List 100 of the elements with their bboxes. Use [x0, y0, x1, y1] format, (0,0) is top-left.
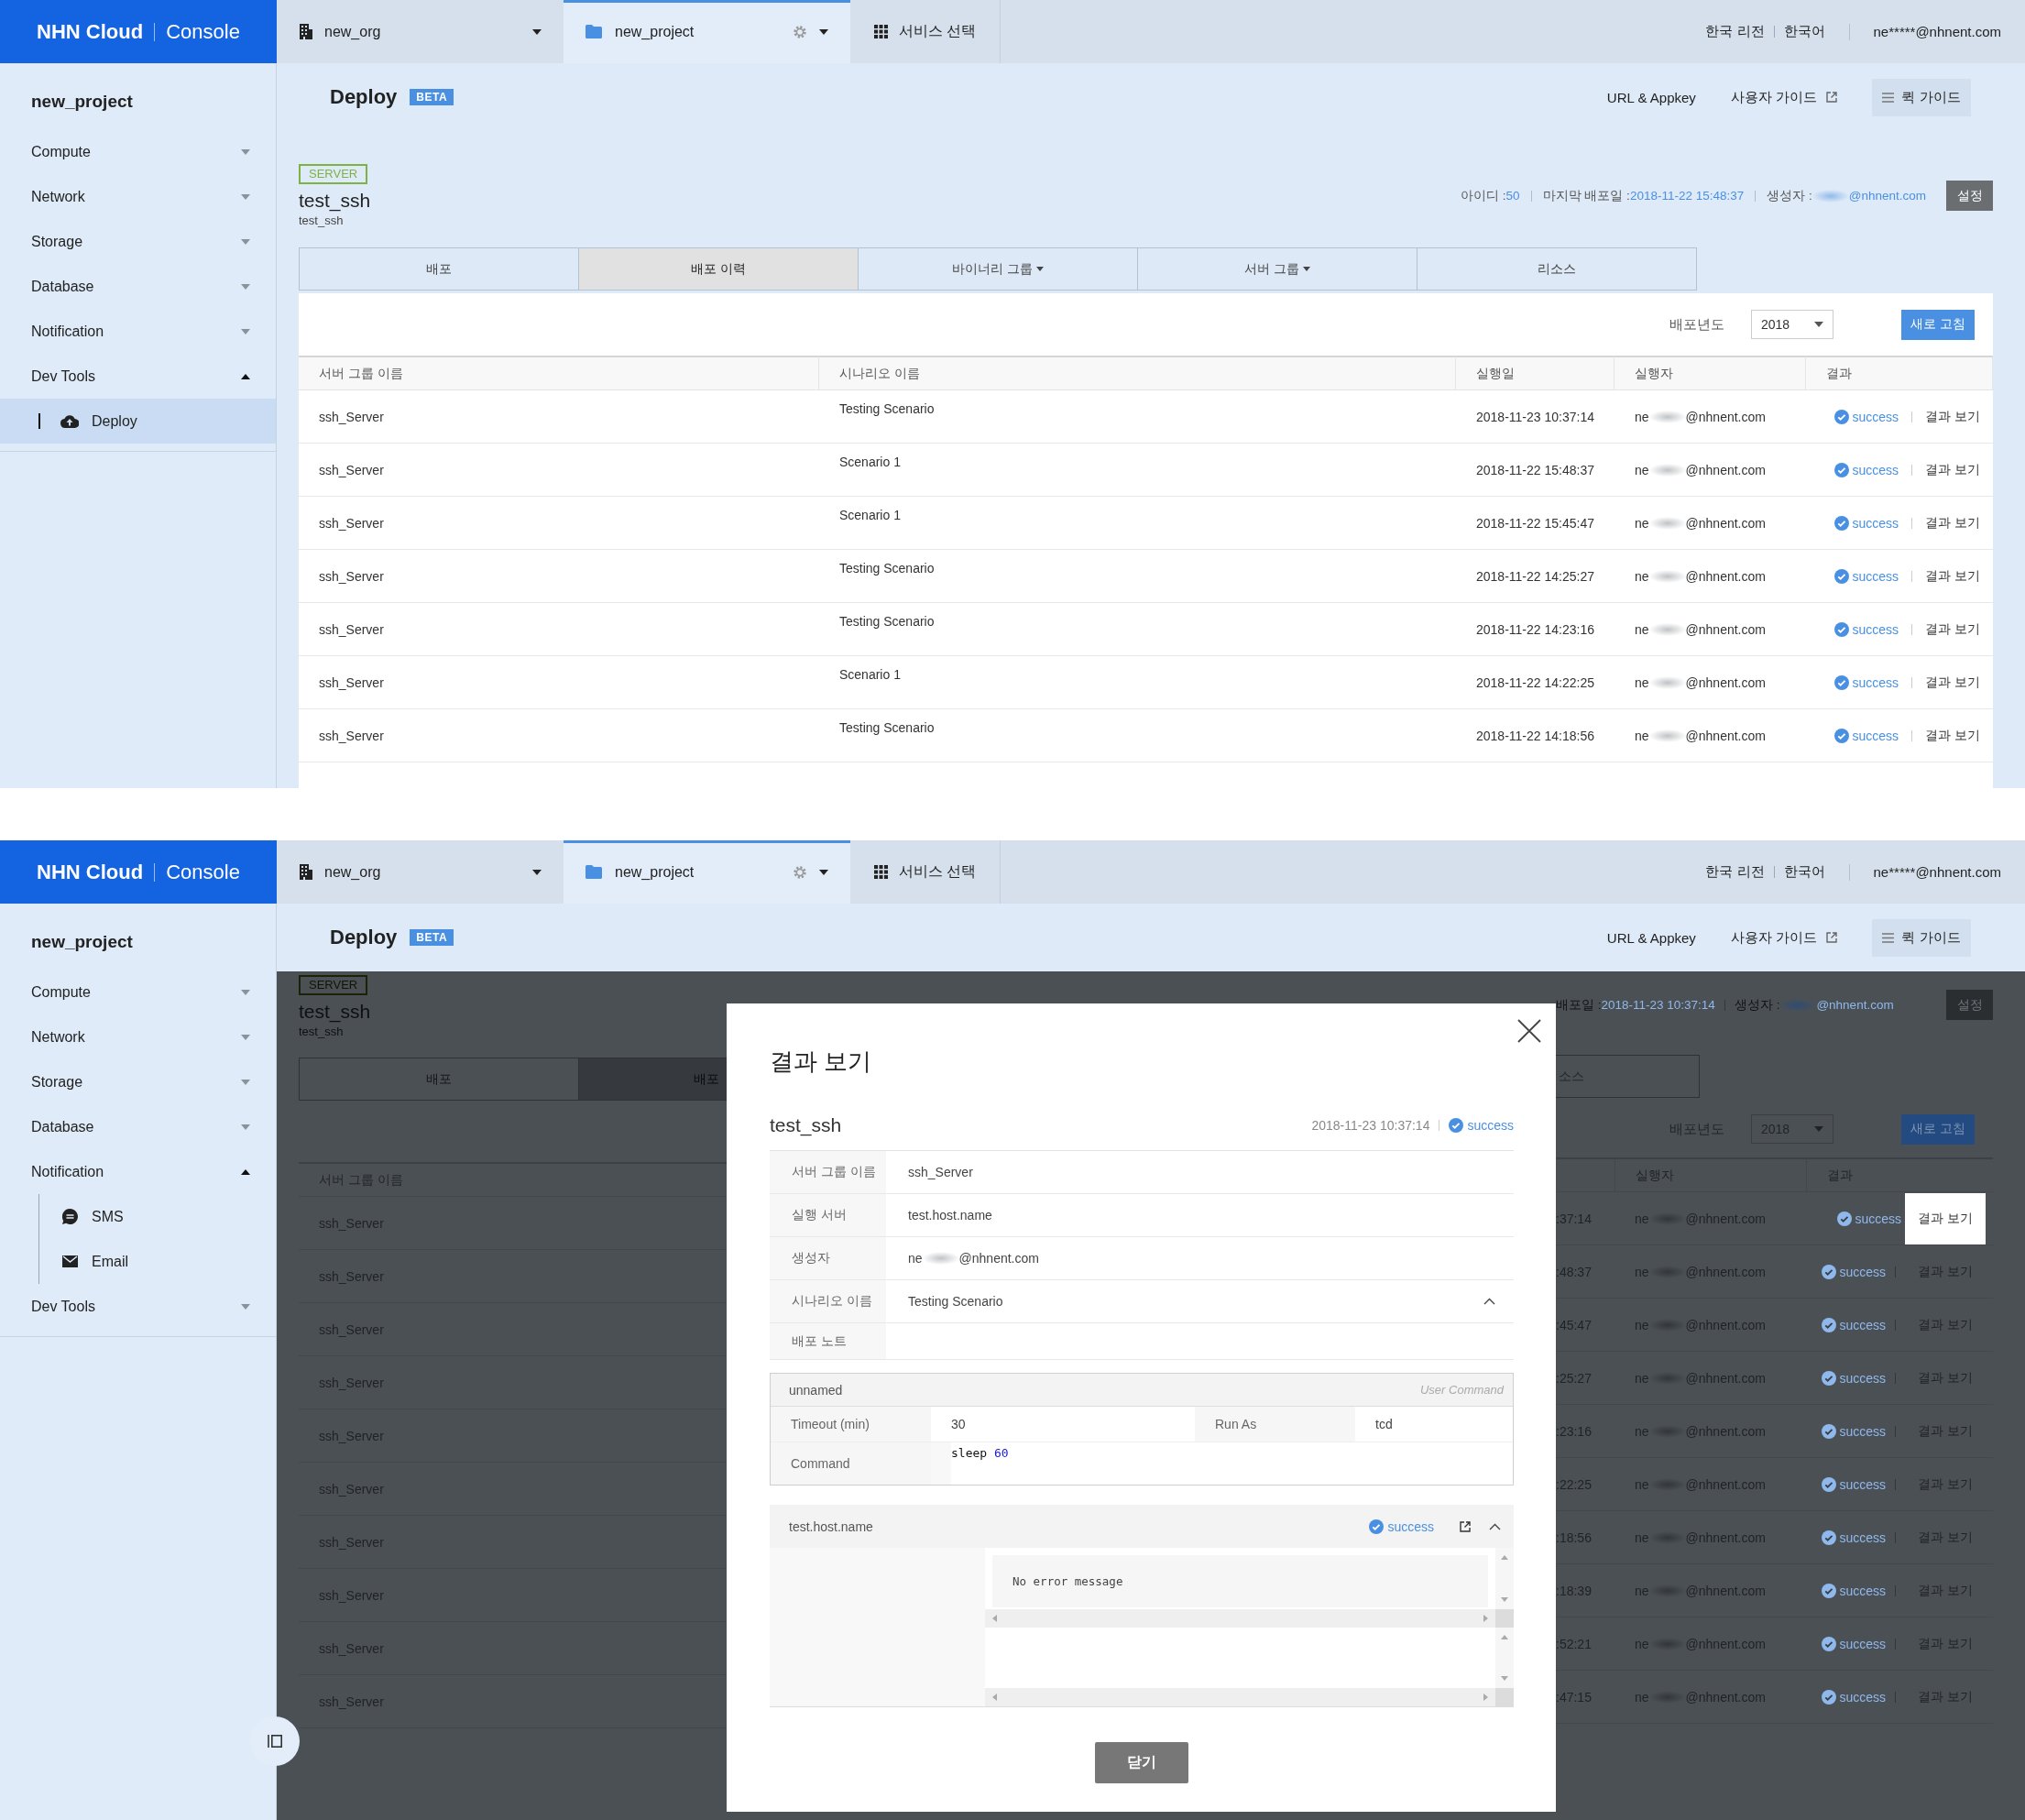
caret-icon	[1814, 1126, 1823, 1132]
sidebar-item[interactable]: Dev Tools	[0, 1284, 276, 1329]
chevron-up-icon[interactable]	[1489, 1522, 1501, 1530]
gear-icon[interactable]	[794, 865, 806, 879]
check-circle-icon	[1833, 621, 1849, 637]
sidebar-subitem[interactable]: Deploy	[0, 399, 276, 444]
region-link[interactable]: 한국 리전	[1705, 863, 1765, 881]
result-link[interactable]: 결과 보기	[1925, 408, 1980, 425]
server-group-text: ssh_Server	[319, 568, 384, 584]
email-text: @nhnent.com	[1685, 515, 1766, 531]
scrollbar[interactable]	[985, 1688, 1495, 1706]
result-link[interactable]: 결과 보기	[1925, 514, 1980, 532]
scenario-text: Scenario 1	[839, 455, 901, 469]
organization-selector[interactable]: new_org	[277, 840, 564, 904]
sidebar-item[interactable]: Database	[0, 264, 276, 309]
check-circle-icon	[1833, 409, 1849, 424]
blurred-text	[1812, 189, 1849, 203]
sidebar-subitem[interactable]: Email	[0, 1239, 276, 1284]
command-code: sleep 60	[951, 1445, 1010, 1462]
organization-selector[interactable]: new_org	[277, 0, 564, 63]
tab[interactable]: 배포	[299, 247, 579, 291]
field-value: tcd	[1374, 1416, 1394, 1433]
result-link[interactable]: 결과 보기	[1925, 674, 1980, 691]
sidebar-item[interactable]: Network	[0, 174, 276, 219]
tab[interactable]: 리소스	[1417, 247, 1697, 291]
email-text: @nhnent.com	[1685, 674, 1766, 690]
check-circle-icon	[1821, 1423, 1836, 1439]
close-button[interactable]: 닫기	[1095, 1742, 1188, 1783]
result-name: test_ssh	[770, 1113, 843, 1138]
quick-guide-button[interactable]: 퀵 가이드	[1872, 78, 1971, 116]
project-tab[interactable]: new_project	[564, 840, 850, 904]
sidebar-item[interactable]: Dev Tools	[0, 354, 276, 399]
result-link[interactable]: 결과 보기	[1925, 461, 1980, 478]
guide-link[interactable]: 사용자 가이드	[1730, 88, 1817, 106]
check-circle-icon	[1833, 568, 1849, 584]
sidebar-item[interactable]: Network	[0, 1014, 276, 1059]
field-label: 배포 노트	[770, 1323, 886, 1359]
project-title: new_project	[30, 931, 134, 953]
tab[interactable]: 바이너리 그룹	[858, 247, 1138, 291]
status-text: success	[1839, 1476, 1887, 1492]
date-text: 2018-11-22 15:45:47	[1476, 515, 1594, 531]
server-group-text: ssh_Server	[319, 515, 384, 531]
project-tab[interactable]: new_project	[564, 0, 850, 63]
gear-icon[interactable]	[794, 25, 806, 38]
user-account-link[interactable]: ne*****@nhnent.com	[1873, 24, 2001, 39]
grid-icon	[874, 865, 888, 879]
meta-label: 생성자 :	[1734, 996, 1780, 1014]
date-text: 2018-11-22 14:18:56	[1476, 728, 1594, 743]
result-link[interactable]: 결과 보기	[1925, 567, 1980, 585]
appkey-link[interactable]: URL & Appkey	[1606, 929, 1696, 946]
status-text: success	[1852, 462, 1899, 477]
email-text: @nhnent.com	[1685, 568, 1766, 584]
sidebar-subitem[interactable]: SMS	[0, 1194, 276, 1239]
sidebar-item[interactable]: Database	[0, 1104, 276, 1149]
page-title: Deploy	[330, 85, 398, 109]
year-select[interactable]: 2018	[1751, 310, 1833, 339]
sidebar-item[interactable]: Compute	[0, 129, 276, 174]
check-circle-icon	[1821, 1689, 1836, 1705]
chevron-up-icon[interactable]	[1483, 1298, 1495, 1305]
email-text: @nhnent.com	[1685, 462, 1766, 477]
status-text: success	[1839, 1636, 1887, 1651]
field-label: 시나리오 이름	[770, 1280, 886, 1322]
language-link[interactable]: 한국어	[1783, 863, 1825, 881]
output-text: No error message	[1012, 1573, 1123, 1588]
sidebar-item[interactable]: Storage	[0, 219, 276, 264]
status-text: success	[1852, 728, 1899, 743]
meta-value: @nhnent.com	[1848, 189, 1926, 203]
region-link[interactable]: 한국 리전	[1705, 23, 1765, 40]
tab[interactable]: 서버 그룹	[1137, 247, 1418, 291]
sidebar-item[interactable]: Notification	[0, 1149, 276, 1194]
column-header	[1556, 1157, 1615, 1192]
settings-button[interactable]: 설정	[1946, 181, 1993, 211]
quick-guide-button[interactable]: 퀵 가이드	[1872, 918, 1971, 957]
sidebar-item[interactable]: Compute	[0, 970, 276, 1014]
language-link[interactable]: 한국어	[1783, 23, 1825, 40]
close-icon[interactable]	[1517, 1019, 1541, 1043]
sidebar-item[interactable]: Storage	[0, 1059, 276, 1104]
check-circle-icon	[1821, 1264, 1836, 1279]
type-badge: SERVER	[299, 975, 368, 995]
sidebar-item[interactable]: Notification	[0, 309, 276, 354]
scrollbar[interactable]	[1495, 1548, 1514, 1609]
brand-logo[interactable]: NHN Cloud Console	[0, 840, 277, 904]
status-text: success	[1852, 515, 1899, 531]
building-icon	[299, 24, 313, 39]
brand-logo[interactable]: NHN Cloud Console	[0, 0, 277, 63]
scrollbar[interactable]	[1495, 1627, 1514, 1688]
check-circle-icon	[1821, 1317, 1836, 1332]
appkey-link[interactable]: URL & Appkey	[1606, 89, 1696, 105]
result-link[interactable]: 결과 보기	[1905, 1192, 1986, 1244]
external-link-icon[interactable]	[1460, 1520, 1471, 1532]
result-link[interactable]: 결과 보기	[1925, 727, 1980, 744]
scrollbar[interactable]	[985, 1608, 1495, 1628]
guide-link[interactable]: 사용자 가이드	[1730, 928, 1817, 947]
result-link[interactable]: 결과 보기	[1925, 620, 1980, 638]
field-value: ssh_Server	[908, 1165, 973, 1179]
tab[interactable]: 배포 이력	[578, 247, 859, 291]
status-text: success	[1839, 1317, 1887, 1332]
caret-icon	[819, 869, 828, 875]
type-badge: SERVER	[299, 164, 368, 184]
user-account-link[interactable]: ne*****@nhnent.com	[1873, 864, 2001, 880]
